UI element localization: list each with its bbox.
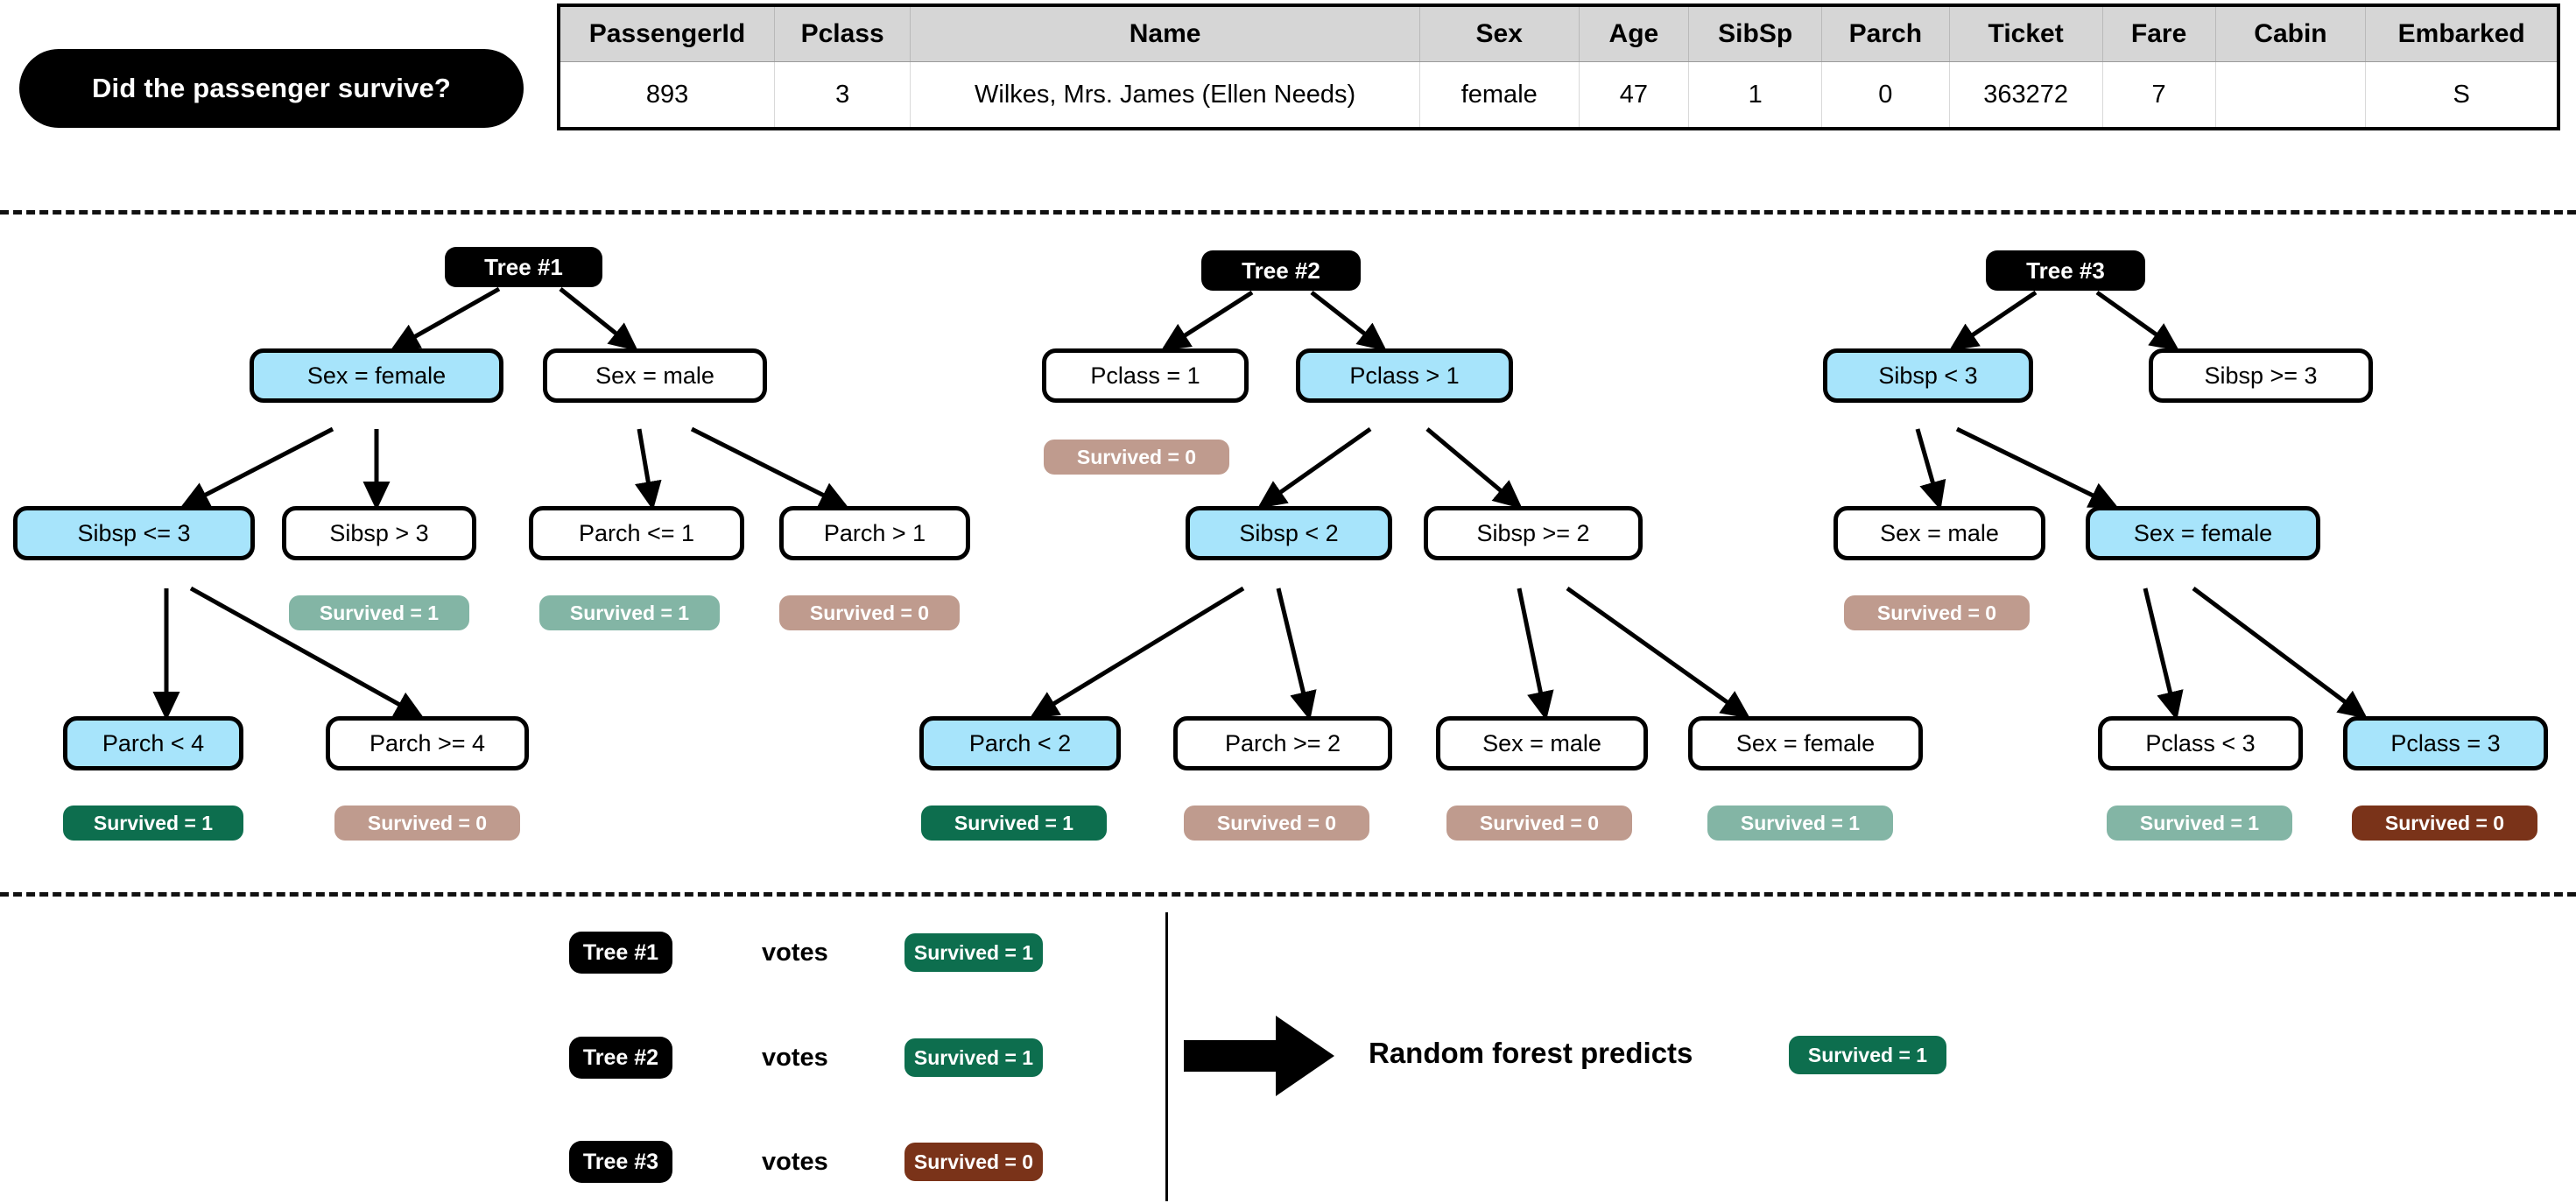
cell-parch: 0: [1821, 61, 1950, 127]
vote-row-1-tree: Tree #1: [569, 932, 672, 974]
cell-pclass: 3: [774, 61, 911, 127]
tree1-leaf-parch-le1: Survived = 1: [539, 595, 720, 630]
right-arrow-icon: [1184, 1016, 1334, 1096]
tree1-node-sibsp-gt3: Sibsp > 3: [282, 506, 476, 560]
tree-root-3: Tree #3: [1986, 250, 2145, 291]
tree2-node-pclass-eq1: Pclass = 1: [1042, 348, 1249, 403]
cell-passengerid: 893: [560, 61, 776, 127]
column-header-cabin: Cabin: [2215, 7, 2367, 62]
cell-ticket: 363272: [1949, 61, 2103, 127]
vote-row-3-verb: votes: [762, 1147, 828, 1176]
cell-fare: 7: [2102, 61, 2216, 127]
tree1-node-sibsp-le3: Sibsp <= 3: [13, 506, 255, 560]
cell-cabin: [2215, 61, 2367, 127]
vote-row-2-verb: votes: [762, 1043, 828, 1072]
column-header-ticket: Ticket: [1949, 7, 2103, 62]
tree3-leaf-sex-male: Survived = 0: [1844, 595, 2030, 630]
tree3-node-sex-male: Sex = male: [1833, 506, 2045, 560]
tree1-node-sex-female: Sex = female: [250, 348, 503, 403]
cell-sibsp: 1: [1688, 61, 1823, 127]
table-header-row: PassengerId Pclass Name Sex Age SibSp Pa…: [560, 7, 2557, 62]
cell-age: 47: [1579, 61, 1690, 127]
tree1-node-parch-ge4: Parch >= 4: [326, 716, 529, 770]
tree3-leaf-pclass-lt3: Survived = 1: [2107, 806, 2292, 841]
passenger-table: PassengerId Pclass Name Sex Age SibSp Pa…: [557, 4, 2560, 130]
divider-top: [0, 210, 2576, 215]
tree1-leaf-sibsp-gt3: Survived = 1: [289, 595, 469, 630]
tree3-leaf-pclass-eq3: Survived = 0: [2352, 806, 2537, 841]
tree1-node-parch-lt4: Parch < 4: [63, 716, 243, 770]
tree3-node-pclass-lt3: Pclass < 3: [2098, 716, 2303, 770]
column-header-passengerid: PassengerId: [560, 7, 776, 62]
tree2-leaf-pclass-eq1: Survived = 0: [1044, 440, 1229, 475]
tree2-leaf-sex-male: Survived = 0: [1446, 806, 1632, 841]
tree3-node-sibsp-ge3: Sibsp >= 3: [2149, 348, 2373, 403]
column-header-age: Age: [1579, 7, 1690, 62]
vote-row-1-badge: Survived = 1: [904, 933, 1043, 972]
cell-sex: female: [1419, 61, 1580, 127]
tree1-node-sex-male: Sex = male: [543, 348, 767, 403]
tree3-node-sex-female: Sex = female: [2086, 506, 2320, 560]
column-header-fare: Fare: [2102, 7, 2216, 62]
column-header-parch: Parch: [1821, 7, 1950, 62]
tree2-node-sex-male: Sex = male: [1436, 716, 1648, 770]
tree1-leaf-parch-lt4: Survived = 1: [63, 806, 243, 841]
tree-root-1: Tree #1: [445, 247, 602, 287]
vertical-divider: [1165, 912, 1168, 1201]
tree2-leaf-parch-lt2: Survived = 1: [921, 806, 1107, 841]
tree-root-2: Tree #2: [1201, 250, 1361, 291]
cell-embarked: S: [2365, 61, 2557, 127]
tree1-leaf-parch-gt1: Survived = 0: [779, 595, 960, 630]
tree2-node-pclass-gt1: Pclass > 1: [1296, 348, 1513, 403]
table-row: 893 3 Wilkes, Mrs. James (Ellen Needs) f…: [560, 61, 2557, 127]
vote-row-3-tree: Tree #3: [569, 1141, 672, 1183]
tree3-node-pclass-eq3: Pclass = 3: [2343, 716, 2548, 770]
column-header-pclass: Pclass: [774, 7, 911, 62]
divider-bottom: [0, 892, 2576, 897]
question-pill: Did the passenger survive?: [19, 49, 524, 128]
prediction-label: Random forest predicts: [1369, 1037, 1693, 1069]
tree1-leaf-parch-ge4: Survived = 0: [334, 806, 520, 841]
tree2-node-parch-ge2: Parch >= 2: [1173, 716, 1392, 770]
tree1-node-parch-gt1: Parch > 1: [779, 506, 970, 560]
tree2-leaf-sex-female: Survived = 1: [1707, 806, 1893, 841]
vote-row-3-badge: Survived = 0: [904, 1143, 1043, 1181]
vote-row-2-tree: Tree #2: [569, 1037, 672, 1079]
tree2-node-sex-female: Sex = female: [1688, 716, 1923, 770]
column-header-sex: Sex: [1419, 7, 1580, 62]
diagram-canvas: Did the passenger survive? PassengerId P…: [0, 0, 2576, 1203]
prediction-badge: Survived = 1: [1789, 1036, 1946, 1074]
column-header-name: Name: [910, 7, 1420, 62]
tree2-node-sibsp-lt2: Sibsp < 2: [1186, 506, 1392, 560]
column-header-embarked: Embarked: [2365, 7, 2557, 62]
vote-row-2-badge: Survived = 1: [904, 1038, 1043, 1077]
tree2-node-sibsp-ge2: Sibsp >= 2: [1424, 506, 1643, 560]
tree2-leaf-parch-ge2: Survived = 0: [1184, 806, 1369, 841]
tree3-node-sibsp-lt3: Sibsp < 3: [1823, 348, 2033, 403]
vote-row-1-verb: votes: [762, 938, 828, 967]
tree1-node-parch-le1: Parch <= 1: [529, 506, 744, 560]
column-header-sibsp: SibSp: [1688, 7, 1823, 62]
tree2-node-parch-lt2: Parch < 2: [919, 716, 1121, 770]
cell-name: Wilkes, Mrs. James (Ellen Needs): [910, 61, 1420, 127]
